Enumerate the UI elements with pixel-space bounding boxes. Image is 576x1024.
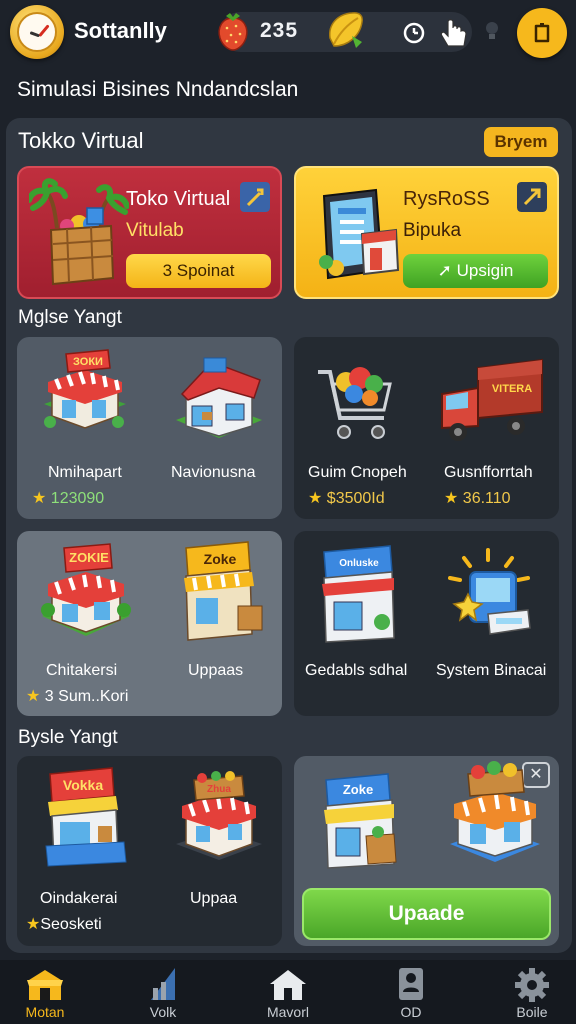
sign-text: Zoke [204, 551, 237, 567]
nav-tab-motan[interactable]: Motan [0, 960, 90, 1024]
coin-count: 235 [260, 19, 299, 42]
sign-text: Zoke [343, 782, 373, 797]
market-icon: Zhua [176, 771, 262, 860]
item-label: Gedabls sdhal [305, 662, 408, 679]
sign-text: Vokka [63, 777, 103, 793]
home-icon [270, 970, 306, 1000]
nav-tab-volk[interactable]: Volk [118, 960, 208, 1024]
house-shop-icon [176, 357, 262, 438]
item-label: Uppaas [188, 662, 244, 679]
profile-icon [399, 968, 423, 1000]
tap-hand-icon[interactable] [436, 16, 472, 52]
item-label: System Binacai [436, 662, 547, 679]
panel-badge-button[interactable]: Bryem [484, 127, 558, 157]
app-name: Sottanlly [74, 18, 167, 43]
kiosk-icon: Vokka [45, 767, 127, 867]
sign-text: VITERA [492, 383, 532, 395]
item-label: Nmihapart [48, 464, 122, 481]
bulb-icon[interactable] [484, 20, 500, 44]
item-value-text: 36.110 [462, 490, 511, 507]
star-icon: ★ [308, 490, 327, 507]
top-bar: Sottanlly 235 [0, 0, 576, 64]
hero-title: Toko Virtual [126, 188, 231, 210]
button-label: Upsigin [456, 261, 514, 280]
star-icon: ★ [32, 490, 51, 507]
timer-icon[interactable] [402, 20, 426, 44]
hero-subtitle: Vitulab [126, 220, 184, 241]
crate-palm-icon [29, 178, 129, 286]
arrow-icon[interactable] [517, 182, 547, 212]
clock-icon[interactable] [10, 5, 64, 59]
section-label: Mglse Yangt [18, 307, 122, 328]
hero-title: RysRoSS [403, 188, 490, 210]
nav-label: Boile [516, 1004, 548, 1020]
shop-icon [27, 970, 63, 1000]
panel-title: Tokko Virtual [18, 128, 144, 153]
nav-label: Mavorl [266, 1004, 309, 1020]
hero-button[interactable]: 3 Spoinat [126, 254, 271, 288]
sign-text: Onluske [339, 558, 379, 569]
item-label: Gusnfforrtah [444, 464, 533, 481]
hero-subtitle: Bipuka [403, 220, 462, 241]
item-value: ★ 36.110 [444, 488, 511, 508]
star-icon: ★ [26, 688, 45, 705]
nav-label: Motan [25, 1004, 65, 1020]
svg-text:Zhua: Zhua [207, 784, 231, 795]
star-icon: ★ [444, 490, 463, 507]
item-value-text: $3500Id [326, 490, 385, 507]
shop-icon: Zoke [184, 541, 263, 641]
item-value-text: 3 Sum..Kori [44, 688, 129, 705]
star-icon: ★ [26, 916, 41, 933]
nav-label: OD [400, 1004, 422, 1020]
item-value: ★ $3500Id [308, 488, 385, 508]
section-label: Bysle Yangt [18, 727, 118, 748]
item-value: ★ 3 Sum..Kori [26, 686, 128, 706]
arrow-up-icon: ➚ [437, 261, 457, 280]
shop-icon: ZOKIE [41, 543, 131, 636]
item-label: Oindakerai [40, 890, 118, 907]
upgrade-small-button[interactable]: ➚ Upsigin [403, 254, 548, 288]
item-value: ★Seosketi [26, 914, 102, 934]
bottom-nav: Motan Volk Mavorl OD Boile [0, 960, 576, 1024]
tablet-shop-icon [319, 188, 400, 280]
upgrade-button[interactable]: Upaade [302, 888, 551, 940]
nav-label: Volk [149, 1004, 177, 1020]
nav-tab-boile[interactable]: Boile [487, 960, 576, 1024]
delivery-truck-icon: VITERA [441, 358, 543, 441]
item-value-text: 123090 [50, 490, 105, 507]
bell-icon [534, 23, 550, 43]
notification-button[interactable] [517, 8, 567, 58]
store-icon: Zoke [324, 773, 397, 869]
fruit-market-icon [450, 761, 540, 862]
strawberry-icon [218, 13, 248, 51]
hero-card-toko-virtual[interactable]: Toko Virtual Vitulab 3 Spoinat [17, 166, 282, 299]
hero-card-rysross[interactable]: RysRoSS Bipuka ➚ Upsigin [294, 166, 559, 299]
sign-text: ЗОКИ [73, 356, 103, 368]
gem-icon[interactable] [322, 8, 368, 54]
store-icon: Onluske [322, 545, 395, 643]
shop-icon: ЗОКИ [44, 349, 126, 429]
item-value: ★ 123090 [32, 488, 104, 508]
item-label: Uppaa [190, 890, 238, 907]
nav-tab-mavorl[interactable]: Mavorl [243, 960, 333, 1024]
item-value-text: Seosketi [40, 916, 102, 933]
page-subtitle: Simulasi Bisines Nndandcslan [17, 78, 299, 101]
wrench-icon[interactable] [240, 182, 270, 212]
item-label: Navionusna [171, 464, 256, 481]
gear-icon [515, 968, 549, 1002]
system-gear-icon [448, 548, 531, 635]
nav-tab-od[interactable]: OD [366, 960, 456, 1024]
sign-text: ZOKIE [69, 550, 109, 565]
shopping-cart-icon [318, 367, 392, 439]
item-label: Guim Cnopeh [308, 464, 407, 481]
item-label: Chitakersi [46, 662, 118, 679]
chart-icon [151, 968, 175, 1000]
